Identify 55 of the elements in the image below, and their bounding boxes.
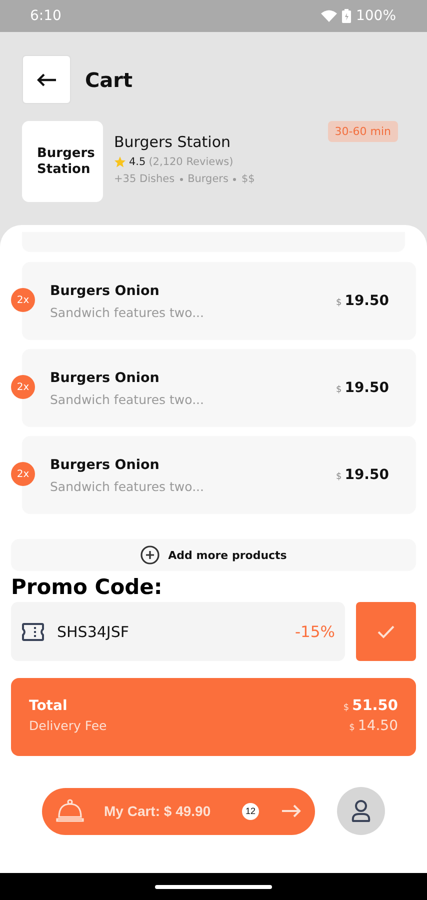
promo-code: SHS34JSF	[57, 622, 130, 640]
item-name: Burgers Onion	[50, 370, 160, 386]
profile-button[interactable]	[337, 787, 385, 835]
currency-symbol: $	[343, 703, 350, 713]
separator-dot	[233, 178, 236, 180]
battery-icon	[342, 9, 351, 23]
restaurant-logo: Burgers Station	[22, 121, 103, 202]
my-cart-button[interactable]: My Cart: $ 49.90 12	[42, 788, 315, 834]
arrow-right-icon	[281, 804, 301, 818]
back-button[interactable]	[22, 55, 71, 104]
promo-discount: -15%	[294, 622, 335, 640]
ticket-icon	[21, 622, 45, 642]
total-label: Total	[29, 698, 68, 714]
item-name: Burgers Onion	[50, 282, 160, 298]
rating-value: 4.5	[129, 156, 146, 168]
reviews-count: (2,120 Reviews)	[148, 156, 234, 168]
wifi-icon	[320, 10, 337, 22]
item-price: 19.50	[344, 380, 389, 396]
delivery-time-badge: 30-60 min	[328, 121, 398, 142]
plus-circle-icon	[140, 545, 160, 565]
quantity-badge: 2x	[11, 288, 35, 312]
quantity-badge: 2x	[11, 462, 35, 486]
add-more-button[interactable]: Add more products	[11, 539, 416, 571]
star-icon	[114, 156, 126, 168]
person-icon	[351, 799, 371, 823]
item-description: Sandwich features two...	[50, 478, 204, 494]
battery-percent: 100%	[356, 8, 396, 24]
currency-symbol: $	[336, 298, 342, 308]
cart-count-badge: 12	[242, 802, 259, 820]
item-description: Sandwich features two...	[50, 392, 204, 406]
separator-dot	[180, 178, 183, 180]
item-price: 19.50	[344, 467, 389, 483]
promo-title: Promo Code:	[11, 574, 164, 601]
check-icon	[377, 624, 395, 638]
quantity-badge: 2x	[11, 375, 35, 399]
item-name: Burgers Onion	[50, 456, 160, 472]
restaurant-tag: $$	[241, 173, 255, 185]
currency-symbol: $	[336, 385, 342, 395]
restaurant-tag: Burgers	[188, 173, 228, 185]
currency-symbol: $	[336, 472, 342, 482]
delivery-fee-amount: 14.50	[358, 718, 398, 734]
home-handle[interactable]	[155, 884, 272, 888]
restaurant-name: Burgers Station	[114, 133, 232, 151]
status-time: 6:10	[30, 8, 62, 24]
promo-code-field[interactable]: SHS34JSF -15%	[11, 602, 345, 661]
item-price: 19.50	[344, 293, 389, 309]
currency-symbol: $	[349, 723, 355, 733]
restaurant-tag: +35 Dishes	[114, 173, 175, 185]
cart-total-label: My Cart: $ 49.90	[104, 803, 212, 819]
page-title: Cart	[85, 68, 133, 92]
cloche-icon	[56, 799, 84, 823]
back-arrow-icon	[36, 72, 56, 86]
item-description: Sandwich features two...	[50, 304, 204, 320]
total-amount: 51.50	[352, 698, 398, 714]
delivery-fee-label: Delivery Fee	[29, 718, 107, 733]
